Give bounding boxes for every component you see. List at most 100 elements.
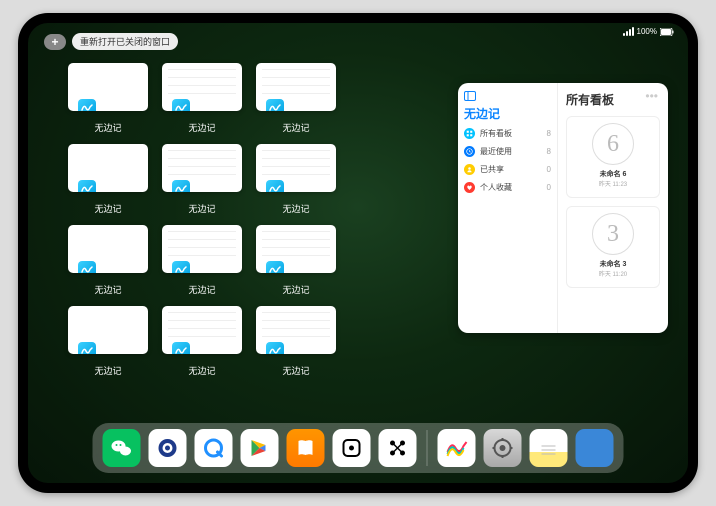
app-window-tile[interactable]: 无边记	[68, 144, 148, 215]
app-window-tile[interactable]: 无边记	[162, 144, 242, 215]
tile-thumbnail	[256, 144, 336, 192]
freeform-panel: ••• 无边记 所有看板8最近使用8已共享0个人收藏0 所有看板 6未命名 6昨…	[458, 83, 668, 333]
tile-thumbnail	[162, 63, 242, 111]
tile-thumbnail	[68, 144, 148, 192]
grid-icon	[464, 128, 475, 139]
board-timestamp: 昨天 11:20	[599, 269, 627, 278]
freeform-app-icon	[172, 99, 190, 111]
tile-label: 无边记	[94, 283, 121, 296]
tile-label: 无边记	[282, 364, 309, 377]
dock-books-icon[interactable]	[287, 429, 325, 467]
board-thumbnail: 6	[592, 123, 634, 165]
freeform-app-icon	[172, 261, 190, 273]
sidebar-toggle-icon[interactable]	[464, 91, 551, 101]
window-grid: 无边记无边记无边记无边记无边记无边记无边记无边记无边记无边记无边记无边记	[68, 63, 430, 377]
tile-thumbnail	[68, 306, 148, 354]
board-name: 未命名 6	[600, 169, 627, 179]
sidebar-item-count: 0	[547, 165, 551, 174]
freeform-app-icon	[266, 342, 284, 354]
sidebar-item-grid[interactable]: 所有看板 8	[464, 128, 551, 139]
sidebar-item-label: 已共享	[480, 164, 504, 175]
app-window-tile[interactable]: 无边记	[256, 225, 336, 296]
more-icon[interactable]: •••	[645, 89, 658, 103]
freeform-app-icon	[78, 261, 96, 273]
tile-thumbnail	[256, 225, 336, 273]
board-timestamp: 昨天 11:23	[599, 179, 627, 188]
battery-icon	[660, 28, 674, 36]
ipad-frame: 100% + 重新打开已关闭的窗口 无边记无边记无边记无边记无边记无边记无边记无…	[18, 13, 698, 493]
dock-settings-icon[interactable]	[484, 429, 522, 467]
sidebar-item-count: 8	[547, 129, 551, 138]
new-window-button[interactable]: +	[44, 34, 66, 50]
tile-thumbnail	[68, 63, 148, 111]
sidebar-item-label: 最近使用	[480, 146, 512, 157]
tile-label: 无边记	[188, 283, 215, 296]
panel-title: 无边记	[464, 105, 551, 122]
tile-label: 无边记	[282, 283, 309, 296]
tile-label: 无边记	[282, 121, 309, 134]
app-window-tile[interactable]: 无边记	[68, 306, 148, 377]
dock-dice-icon[interactable]	[333, 429, 371, 467]
heart-icon	[464, 182, 475, 193]
dock-qqbrowser-icon[interactable]	[149, 429, 187, 467]
app-window-tile[interactable]: 无边记	[256, 63, 336, 134]
tile-label: 无边记	[188, 364, 215, 377]
tile-label: 无边记	[94, 202, 121, 215]
freeform-app-icon	[266, 180, 284, 192]
app-window-tile[interactable]: 无边记	[256, 144, 336, 215]
app-window-tile[interactable]: 无边记	[162, 63, 242, 134]
signal-icon	[623, 27, 634, 36]
tile-label: 无边记	[94, 364, 121, 377]
sidebar-item-label: 个人收藏	[480, 182, 512, 193]
sidebar-item-count: 0	[547, 183, 551, 192]
app-window-tile[interactable]: 无边记	[162, 306, 242, 377]
freeform-app-icon	[78, 342, 96, 354]
dock-separator	[427, 430, 428, 466]
tile-thumbnail	[68, 225, 148, 273]
tile-thumbnail	[256, 63, 336, 111]
dock	[93, 423, 624, 473]
freeform-app-icon	[266, 261, 284, 273]
board-card[interactable]: 6 未命名 6昨天 11:23	[566, 116, 660, 198]
app-window-tile[interactable]: 无边记	[162, 225, 242, 296]
dock-folder-icon[interactable]	[576, 429, 614, 467]
dock-wechat-icon[interactable]	[103, 429, 141, 467]
screen: 100% + 重新打开已关闭的窗口 无边记无边记无边记无边记无边记无边记无边记无…	[28, 23, 688, 483]
sidebar-item-clock[interactable]: 最近使用 8	[464, 146, 551, 157]
board-thumbnail: 3	[592, 213, 634, 255]
tile-label: 无边记	[188, 121, 215, 134]
people-icon	[464, 164, 475, 175]
top-controls: + 重新打开已关闭的窗口	[44, 33, 178, 50]
freeform-app-icon	[172, 342, 190, 354]
dock-play-icon[interactable]	[241, 429, 279, 467]
dock-connect-icon[interactable]	[379, 429, 417, 467]
panel-sidebar: 无边记 所有看板 8 最近使用 8 已共享 0 个人收藏 0	[458, 83, 558, 333]
tile-label: 无边记	[94, 121, 121, 134]
tile-thumbnail	[162, 306, 242, 354]
battery-label: 100%	[637, 27, 657, 36]
app-window-tile[interactable]: 无边记	[68, 225, 148, 296]
dock-freeform-icon[interactable]	[438, 429, 476, 467]
panel-content: 所有看板 6未命名 6昨天 11:233未命名 3昨天 11:20	[558, 83, 668, 333]
freeform-app-icon	[172, 180, 190, 192]
reopen-closed-window-button[interactable]: 重新打开已关闭的窗口	[72, 33, 178, 50]
app-window-tile[interactable]: 无边记	[68, 63, 148, 134]
freeform-app-icon	[78, 99, 96, 111]
tile-thumbnail	[162, 225, 242, 273]
tile-thumbnail	[256, 306, 336, 354]
dock-notes-icon[interactable]	[530, 429, 568, 467]
tile-thumbnail	[162, 144, 242, 192]
sidebar-item-label: 所有看板	[480, 128, 512, 139]
sidebar-item-people[interactable]: 已共享 0	[464, 164, 551, 175]
board-name: 未命名 3	[600, 259, 627, 269]
app-window-tile[interactable]: 无边记	[256, 306, 336, 377]
sidebar-item-count: 8	[547, 147, 551, 156]
tile-label: 无边记	[282, 202, 309, 215]
sidebar-item-heart[interactable]: 个人收藏 0	[464, 182, 551, 193]
tile-label: 无边记	[188, 202, 215, 215]
board-card[interactable]: 3 未命名 3昨天 11:20	[566, 206, 660, 288]
status-bar: 100%	[623, 27, 674, 36]
clock-icon	[464, 146, 475, 157]
dock-quark-icon[interactable]	[195, 429, 233, 467]
freeform-app-icon	[78, 180, 96, 192]
